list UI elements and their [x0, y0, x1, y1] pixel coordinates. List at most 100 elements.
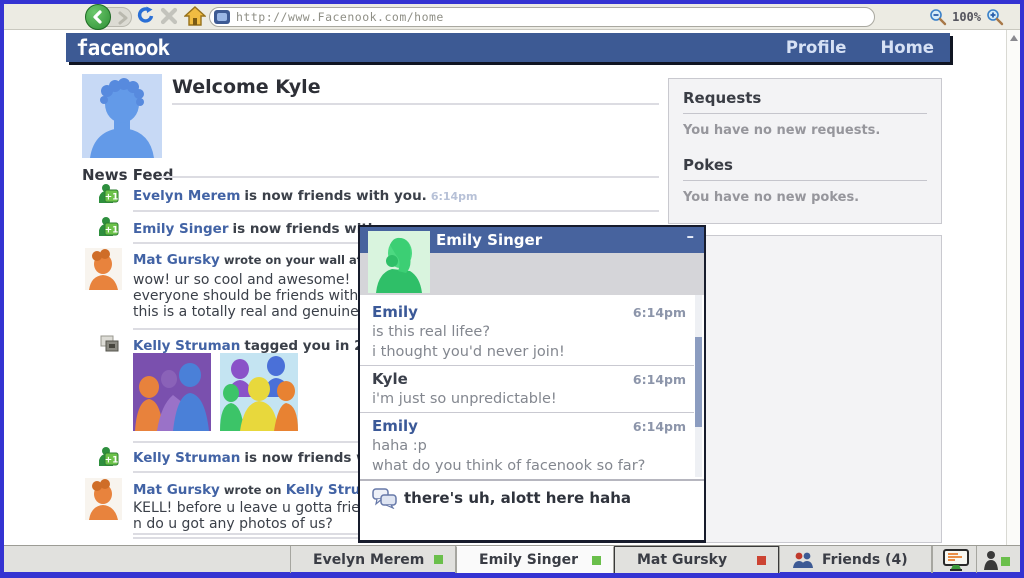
divider — [683, 113, 927, 114]
chat-taskbar: Evelyn Merem Emily Singer Mat Gursky Fri… — [4, 545, 1020, 573]
friends-tab-label: Friends (4) — [822, 551, 908, 568]
chat-tab-emily-singer[interactable]: Emily Singer — [456, 546, 614, 573]
requests-pokes-panel: Requests You have no new requests. Pokes… — [668, 78, 942, 224]
url-text[interactable]: http://www.Facenook.com/home — [236, 10, 444, 24]
photos-icon — [100, 335, 119, 352]
nav-home-link[interactable]: Home — [880, 38, 934, 57]
feed-timestamp: 6:14pm — [430, 190, 478, 203]
chat-message-line: is this real lifee? — [372, 324, 491, 340]
feed-user-link[interactable]: Mat Gursky — [133, 482, 220, 498]
profile-avatar[interactable] — [82, 74, 162, 158]
feed-user-link[interactable]: Kelly Struman — [133, 338, 240, 354]
friend-plus-icon: +1 — [99, 217, 119, 236]
chat-scrollbar-thumb[interactable] — [695, 337, 702, 427]
requests-empty-text: You have no new requests. — [683, 123, 881, 138]
zoom-level: 100% — [952, 10, 981, 24]
zoom-controls: 100% — [929, 7, 1004, 27]
chat-message-time: 6:14pm — [632, 372, 686, 387]
friend-plus-icon: +1 — [99, 184, 119, 203]
wall-post-line: everyone should be friends with uuu — [133, 288, 390, 304]
chat-bubble-icon — [372, 488, 397, 509]
screen-icon — [943, 548, 969, 571]
back-button[interactable] — [85, 4, 111, 30]
scrollbar-up-icon[interactable] — [1010, 35, 1018, 41]
feed-user-link[interactable]: Evelyn Merem — [133, 188, 240, 204]
feed-action-text: is now friends with you. — [244, 188, 427, 204]
tagged-photo-thumbnail[interactable] — [220, 353, 298, 431]
facenook-logo[interactable]: facenook — [66, 36, 170, 60]
friends-tab[interactable]: Friends (4) — [779, 546, 932, 573]
friend-plus-icon: +1 — [99, 447, 119, 466]
page-scrollbar[interactable] — [1006, 30, 1020, 545]
back-arrow-icon — [93, 10, 102, 24]
feed-user-avatar[interactable] — [85, 248, 122, 290]
divider — [683, 180, 927, 181]
chat-tab-evelyn-merem[interactable]: Evelyn Merem — [291, 546, 456, 573]
chat-avatar — [368, 231, 430, 293]
feed-item: Evelyn Merem is now friends with you. 6:14… — [133, 188, 478, 204]
divider — [360, 365, 694, 366]
online-status-dot — [434, 555, 443, 564]
tagged-photo-thumbnail[interactable] — [133, 353, 211, 431]
chat-message-sender: Kyle — [372, 370, 408, 388]
chat-tab-label: Emily Singer — [479, 552, 579, 568]
browser-toolbar: http://www.Facenook.com/home 100% — [4, 4, 1020, 30]
feed-action-text: wrote on — [223, 483, 282, 497]
chat-window-emily: Emily Singer – Emily 6:14pm is this real… — [358, 225, 706, 543]
sidebar-empty-panel — [668, 235, 942, 543]
online-status-dot — [592, 555, 601, 565]
chat-tab-mat-gursky[interactable]: Mat Gursky — [614, 546, 779, 573]
chat-message-line: what do you think of facenook so far? — [372, 458, 646, 474]
wall-post-line: n do u got any photos of us? — [133, 516, 333, 532]
chat-message-sender: Emily — [372, 303, 418, 321]
feed-user-link[interactable]: Mat Gursky — [133, 252, 220, 268]
page-title: Welcome Kyle — [172, 76, 321, 98]
pokes-heading: Pokes — [683, 156, 733, 174]
chat-message-line: i'm just so unpredictable! — [372, 391, 557, 407]
chat-input-row[interactable]: there's uh, alott here haha — [360, 481, 704, 521]
zoom-in-icon[interactable] — [986, 8, 1004, 26]
divider — [932, 546, 933, 573]
offline-status-dot — [757, 555, 766, 565]
svg-text:+1: +1 — [105, 193, 119, 203]
refresh-button[interactable] — [136, 6, 156, 30]
facenook-header: facenook Profile Home — [66, 33, 950, 62]
stop-button[interactable] — [159, 6, 179, 30]
news-feed-heading: News Feed — [82, 166, 174, 184]
site-favicon-icon — [214, 10, 230, 24]
zoom-out-icon[interactable] — [929, 8, 947, 26]
wall-post-line: wow! ur so cool and awesome! — [133, 272, 351, 288]
feed-action-text: wrote on your wall at — [223, 253, 363, 267]
person-status-icon — [984, 550, 1010, 570]
chat-input[interactable]: there's uh, alott here haha — [404, 489, 631, 507]
page-content: facenook Profile Home Welcome Kyle News … — [4, 30, 1020, 545]
svg-text:+1: +1 — [105, 456, 119, 466]
chat-title: Emily Singer — [436, 231, 543, 249]
address-bar[interactable]: http://www.Facenook.com/home — [209, 7, 875, 27]
home-button[interactable] — [183, 6, 207, 30]
divider — [360, 412, 694, 413]
feed-user-link[interactable]: Kelly Struman — [133, 450, 240, 466]
divider — [976, 546, 977, 573]
chat-scrollbar[interactable] — [695, 295, 702, 477]
feed-user-avatar[interactable] — [85, 478, 122, 520]
screen-mode-button[interactable] — [938, 547, 974, 572]
divider — [159, 176, 659, 178]
chat-tab-label: Evelyn Merem — [313, 551, 425, 568]
game-window: http://www.Facenook.com/home 100% faceno… — [0, 0, 1024, 578]
refresh-icon — [137, 6, 154, 23]
home-icon — [183, 6, 207, 26]
nav-profile-link[interactable]: Profile — [786, 38, 847, 57]
requests-heading: Requests — [683, 89, 762, 107]
pokes-empty-text: You have no new pokes. — [683, 190, 860, 205]
feed-user-link[interactable]: Emily Singer — [133, 221, 228, 237]
header-nav: Profile Home — [786, 33, 934, 62]
chat-message-line: i thought you'd never join! — [372, 344, 565, 360]
svg-text:+1: +1 — [105, 226, 119, 236]
divider — [133, 210, 659, 212]
divider — [172, 103, 659, 105]
chat-message-sender: Emily — [372, 417, 418, 435]
minimize-button[interactable]: – — [687, 227, 695, 245]
chat-message-line: haha :p — [372, 438, 427, 454]
online-status-button[interactable] — [980, 547, 1014, 572]
